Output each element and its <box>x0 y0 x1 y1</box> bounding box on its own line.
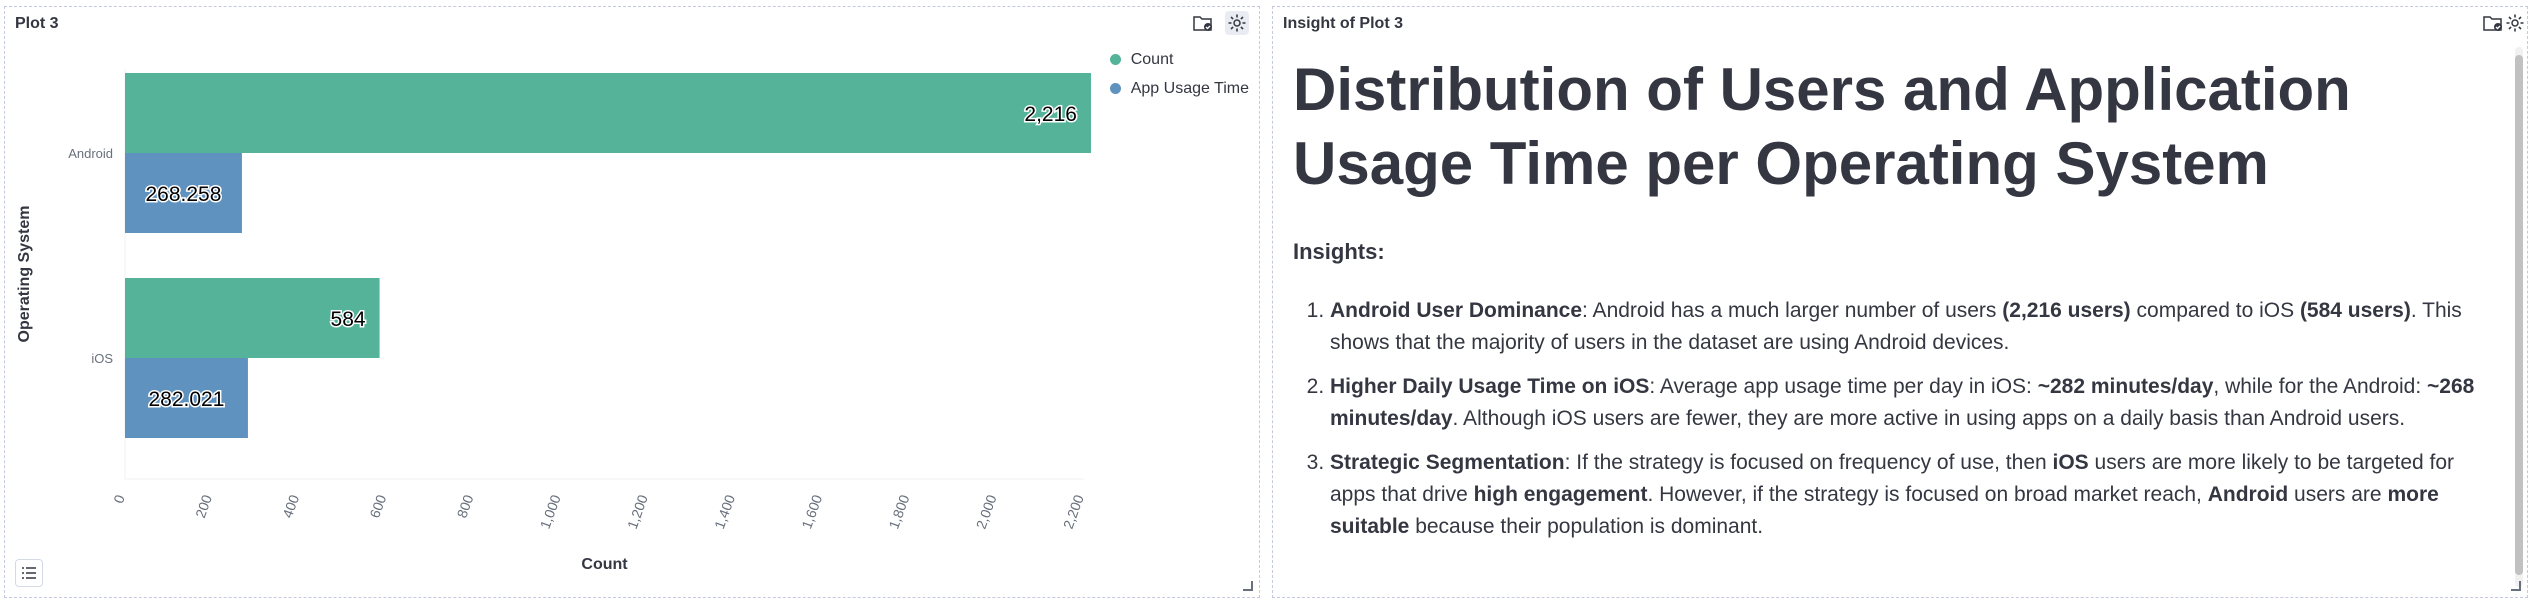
bar-chart: 2,216 268.258 Android 584 282.021 iOS 0 200 400 6… <box>16 69 1091 573</box>
insight-emphasis: Android <box>2207 483 2289 506</box>
insight-emphasis: (2,216 users) <box>2002 299 2131 322</box>
insight-text: because their population is dominant. <box>1409 515 1764 538</box>
chart-legend: Count App Usage Time <box>1109 45 1249 103</box>
bar-data-label: 282.021 <box>149 388 225 411</box>
legend-swatch-icon <box>1109 54 1121 65</box>
resize-handle[interactable] <box>1243 581 1253 591</box>
insight-text: users are <box>2288 483 2388 506</box>
x-tick-label: 2,200 <box>1060 492 1087 531</box>
resize-handle[interactable] <box>2511 581 2521 591</box>
insight-content: Distribution of Users and Application Us… <box>1293 45 2498 555</box>
x-tick-label: 1,600 <box>798 492 825 531</box>
x-tick-label: 2,000 <box>973 492 1000 531</box>
insight-emphasis: iOS <box>2052 451 2089 474</box>
gear-icon[interactable] <box>2503 11 2527 35</box>
insight-emphasis: Strategic Segmentation <box>1330 451 1565 474</box>
category-tick-label: iOS <box>91 351 113 366</box>
x-tick-label: 1,200 <box>624 492 651 531</box>
x-tick-label: 800 <box>454 492 477 520</box>
insight-text: compared to iOS <box>2130 299 2300 322</box>
insight-emphasis: (584 users) <box>2299 299 2411 322</box>
insight-text: : If the strategy is focused on frequenc… <box>1564 451 2053 474</box>
y-axis-title: Operating System <box>16 206 33 343</box>
insight-item: Higher Daily Usage Time on iOS: Average … <box>1330 371 2498 435</box>
insight-text: : Average app usage time per day in iOS: <box>1649 375 2038 398</box>
insight-emphasis: ~282 minutes/day <box>2037 375 2214 398</box>
x-tick-label: 1,400 <box>711 492 738 531</box>
insight-emphasis: Android User Dominance <box>1330 299 1583 322</box>
x-tick-label: 1,000 <box>537 492 564 531</box>
x-tick-label: 200 <box>192 492 215 520</box>
bar-data-label: 2,216 <box>1024 103 1077 126</box>
insight-panel: Insight of Plot 3 Distribution of Users … <box>1272 6 2528 598</box>
bar-data-label: 584 <box>331 308 366 331</box>
plot-panel: Plot 3 2,216 268.258 Android 584 282.021 iOS 0… <box>4 6 1260 598</box>
scrollbar-thumb[interactable] <box>2515 55 2523 575</box>
legend-label: App Usage Time <box>1130 79 1249 97</box>
legend-label: Count <box>1130 50 1174 68</box>
insight-text: , while for the Android: <box>2213 375 2428 398</box>
insight-text: . Although iOS users are fewer, they are… <box>1452 407 2406 430</box>
bar-data-label: 268.258 <box>146 183 222 206</box>
legend-item-count[interactable]: Count <box>1109 45 1249 74</box>
legend-swatch-icon <box>1109 83 1121 94</box>
category-tick-label: Android <box>68 146 113 161</box>
insight-item: Android User Dominance: Android has a mu… <box>1330 295 2498 359</box>
x-tick-label: 0 <box>110 492 128 505</box>
insight-heading: Distribution of Users and Application Us… <box>1293 56 2351 197</box>
x-tick-label: 600 <box>366 492 389 520</box>
bar-android-count <box>125 73 1091 153</box>
panel-title: Insight of Plot 3 <box>1283 15 1403 32</box>
scrollbar[interactable] <box>2515 47 2523 587</box>
insight-item: Strategic Segmentation: If the strategy … <box>1330 447 2498 543</box>
insight-text: . However, if the strategy is focused on… <box>1647 483 2208 506</box>
insight-text: : Android has a much larger number of us… <box>1582 299 2003 322</box>
insight-emphasis: high engagement <box>1473 483 1648 506</box>
insight-emphasis: Higher Daily Usage Time on iOS <box>1330 375 1650 398</box>
legend-item-app-usage-time[interactable]: App Usage Time <box>1109 74 1249 103</box>
list-view-icon[interactable] <box>15 559 43 587</box>
insight-list: Android User Dominance: Android has a mu… <box>1293 295 2498 543</box>
insights-label: Insights: <box>1293 239 1385 264</box>
x-tick-label: 400 <box>279 492 302 520</box>
x-axis-title: Count <box>581 556 628 573</box>
x-tick-label: 1,800 <box>885 492 912 531</box>
folder-check-icon[interactable] <box>2481 11 2505 35</box>
